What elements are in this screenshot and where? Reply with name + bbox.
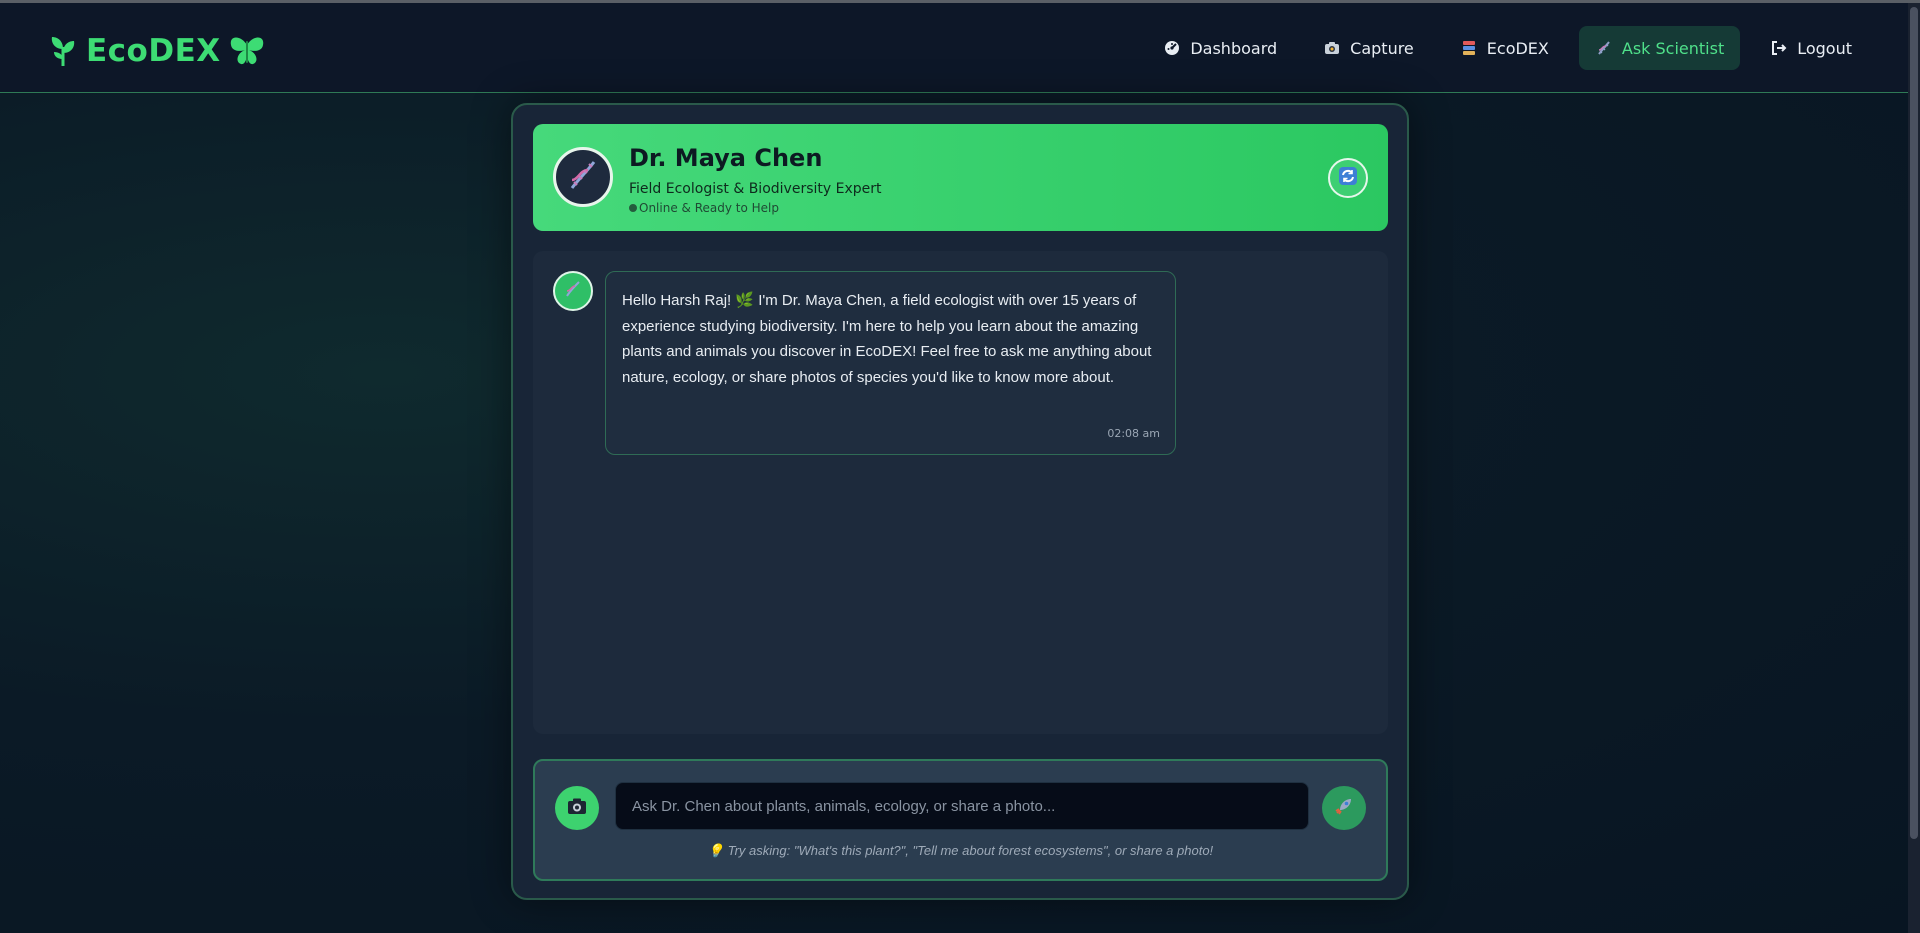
message-avatar bbox=[553, 271, 593, 311]
page-scrollbar[interactable] bbox=[1908, 3, 1920, 933]
butterfly-icon bbox=[229, 35, 265, 67]
composer-hint: 💡 Try asking: "What's this plant?", "Tel… bbox=[707, 843, 1214, 858]
camera-icon bbox=[1323, 39, 1341, 57]
dna-icon bbox=[1595, 39, 1613, 57]
nav-ask-scientist-label: Ask Scientist bbox=[1621, 38, 1725, 58]
message-timestamp: 02:08 am bbox=[1107, 427, 1160, 440]
logout-icon bbox=[1770, 39, 1788, 57]
online-status: Online & Ready to Help bbox=[629, 201, 779, 215]
scientist-header: Dr. Maya Chen Field Ecologist & Biodiver… bbox=[533, 124, 1388, 231]
chat-panel: Dr. Maya Chen Field Ecologist & Biodiver… bbox=[511, 103, 1409, 900]
dna-icon bbox=[563, 279, 583, 303]
rocket-icon bbox=[1334, 796, 1354, 820]
status-dot bbox=[629, 204, 637, 212]
message-text: Hello Harsh Raj! 🌿 I'm Dr. Maya Chen, a … bbox=[622, 292, 1152, 386]
nav-menu: Dashboard Capture EcoDEX Ask Scientist L… bbox=[1147, 25, 1868, 71]
camera-icon bbox=[567, 797, 587, 819]
nav-dashboard[interactable]: Dashboard bbox=[1147, 26, 1293, 70]
scrollbar-thumb[interactable] bbox=[1910, 7, 1918, 839]
send-button[interactable] bbox=[1322, 786, 1366, 830]
top-navbar: EcoDEX Dashboard Capture EcoDEX Ask Scie… bbox=[0, 3, 1908, 93]
nav-logout-label: Logout bbox=[1797, 38, 1852, 58]
books-icon bbox=[1460, 39, 1478, 57]
message-composer: 💡 Try asking: "What's this plant?", "Tel… bbox=[533, 759, 1388, 881]
upload-photo-button[interactable] bbox=[555, 786, 599, 830]
chat-input[interactable] bbox=[615, 782, 1309, 830]
dna-icon bbox=[566, 158, 600, 196]
nav-ask-scientist[interactable]: Ask Scientist bbox=[1578, 26, 1741, 70]
nav-capture-label: Capture bbox=[1350, 38, 1414, 58]
nav-logout[interactable]: Logout bbox=[1754, 26, 1868, 70]
dashboard-icon bbox=[1163, 39, 1181, 57]
status-text: Online & Ready to Help bbox=[639, 201, 779, 215]
nav-capture[interactable]: Capture bbox=[1307, 26, 1430, 70]
nav-dashboard-label: Dashboard bbox=[1190, 38, 1278, 58]
refresh-button[interactable] bbox=[1328, 158, 1368, 198]
refresh-icon bbox=[1338, 166, 1358, 190]
sprout-icon bbox=[48, 35, 78, 67]
scientist-avatar bbox=[553, 147, 613, 207]
brand-logo[interactable]: EcoDEX bbox=[48, 31, 265, 71]
scientist-name: Dr. Maya Chen bbox=[629, 144, 823, 172]
brand-name: EcoDEX bbox=[86, 33, 221, 69]
messages-area[interactable]: Hello Harsh Raj! 🌿 I'm Dr. Maya Chen, a … bbox=[533, 251, 1388, 734]
scientist-title: Field Ecologist & Biodiversity Expert bbox=[629, 181, 882, 197]
nav-ecodex-label: EcoDEX bbox=[1486, 38, 1549, 58]
message-bubble: Hello Harsh Raj! 🌿 I'm Dr. Maya Chen, a … bbox=[605, 271, 1176, 455]
nav-ecodex[interactable]: EcoDEX bbox=[1444, 26, 1565, 70]
